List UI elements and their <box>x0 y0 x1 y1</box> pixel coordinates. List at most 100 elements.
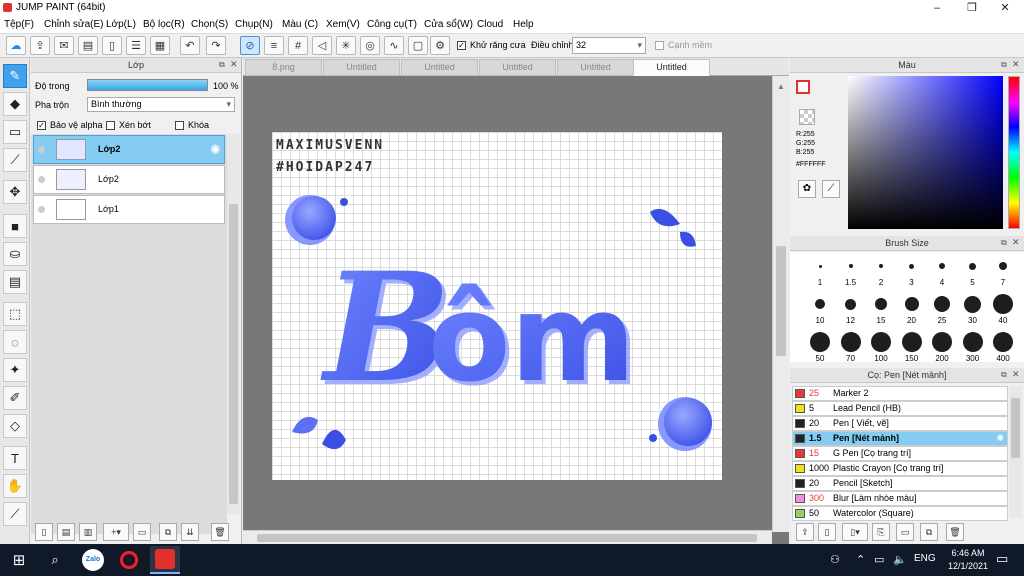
brush-new-icon[interactable]: ▯ <box>818 523 836 541</box>
menu-view[interactable]: Xem(V) <box>326 19 360 30</box>
gradient-tool-icon[interactable]: ▤ <box>3 270 27 294</box>
menu-color[interactable]: Màu (C) <box>282 19 318 30</box>
brush-size-option[interactable]: 25 <box>927 292 957 325</box>
snap-parallel-icon[interactable]: ≡ <box>264 36 284 55</box>
brush-copy-icon[interactable]: ⎘ <box>872 523 890 541</box>
eraser-tool-icon[interactable]: ◆ <box>3 92 27 116</box>
foreground-color-swatch[interactable] <box>796 80 810 94</box>
input-language[interactable]: ENG <box>914 553 936 564</box>
volume-icon[interactable]: 🔈 <box>893 553 907 566</box>
panel-close-icon[interactable]: ✕ <box>1012 237 1020 248</box>
panel-popout-icon[interactable]: ⧉ <box>1001 370 1007 380</box>
panel-close-icon[interactable]: ✕ <box>230 59 238 70</box>
text-tool-icon[interactable]: T <box>3 446 27 470</box>
opacity-slider[interactable] <box>87 79 208 91</box>
brush-size-option[interactable]: 12 <box>836 292 866 325</box>
brush-size-option[interactable]: 20 <box>897 292 927 325</box>
brush-size-option[interactable]: 5 <box>958 254 988 287</box>
snap-curve-icon[interactable]: ∿ <box>384 36 404 55</box>
drawing-canvas[interactable]: MAXIMUSVENN #HOIDAP247 B B ôm ôm <box>272 132 722 480</box>
snap-perspective-icon[interactable]: ◁ <box>312 36 332 55</box>
tab-document[interactable]: 8.png <box>245 59 322 76</box>
brush-item[interactable]: 300 Blur [Làm nhòe màu] <box>792 491 1008 506</box>
menu-window[interactable]: Cửa sổ(W) <box>424 19 473 30</box>
brush-size-option[interactable]: 30 <box>958 292 988 325</box>
brush-upload-icon[interactable]: ⇪ <box>796 523 814 541</box>
panel-popout-icon[interactable]: ⧉ <box>1001 238 1007 248</box>
brush-size-option[interactable]: 70 <box>836 330 866 363</box>
visibility-icon[interactable] <box>38 176 45 183</box>
eyedropper-tool-icon[interactable]: ⟋ <box>3 502 27 526</box>
brush-item[interactable]: 15 G Pen [Cọ trang trí] <box>792 446 1008 461</box>
new-layer-icon[interactable]: ▯ <box>35 523 53 541</box>
panel-popout-icon[interactable]: ⧉ <box>1001 60 1007 70</box>
new-8bit-layer-icon[interactable]: ▥ <box>79 523 97 541</box>
snap-rect-icon[interactable]: ▢ <box>408 36 428 55</box>
menu-layer[interactable]: Lớp(L) <box>106 19 136 30</box>
new-halftone-layer-icon[interactable]: ▤ <box>57 523 75 541</box>
smooth-edge-checkbox[interactable] <box>655 41 664 50</box>
brush-size-option[interactable]: 3 <box>897 254 927 287</box>
hue-slider[interactable] <box>1008 76 1020 229</box>
menu-help[interactable]: Help <box>513 19 534 30</box>
color-saturation-value-picker[interactable] <box>848 76 1003 229</box>
export-icon[interactable]: ⇪ <box>30 36 50 55</box>
comment-icon[interactable]: ✉ <box>54 36 74 55</box>
tray-chevron-icon[interactable]: ⌃ <box>856 553 865 566</box>
menu-edit[interactable]: Chỉnh sửa(E) <box>44 19 104 30</box>
brush-size-option[interactable]: 150 <box>897 330 927 363</box>
brush-size-option[interactable]: 2 <box>866 254 896 287</box>
brush-item[interactable]: 1000 Plastic Crayon [Cọ trang trí] <box>792 461 1008 476</box>
fill-rect-tool-icon[interactable]: ■ <box>3 214 27 238</box>
pen-tool-icon[interactable]: ✎ <box>3 64 27 88</box>
panel-popout-icon[interactable]: ⧉ <box>219 60 225 70</box>
brush-folder-icon[interactable]: ▭ <box>896 523 914 541</box>
brush-item[interactable]: 1.5 Pen [Nét mảnh] ✺ <box>792 431 1008 446</box>
brush-list-scrollbar[interactable] <box>1009 386 1022 518</box>
tab-document[interactable]: Untitled <box>557 59 634 76</box>
brush-size-option[interactable]: 7 <box>988 254 1018 287</box>
color-palette-icon[interactable]: ✿ <box>798 180 816 198</box>
merge-layer-icon[interactable]: ⇊ <box>181 523 199 541</box>
line-tool-icon[interactable]: ⟋ <box>3 148 27 172</box>
windows-start-icon[interactable]: ⊞ <box>4 546 34 574</box>
menu-tools[interactable]: Công cụ(T) <box>367 19 417 30</box>
snap-off-icon[interactable]: ⊘ <box>240 36 260 55</box>
tab-document[interactable]: Untitled <box>401 59 478 76</box>
grid-check-icon[interactable]: ▦ <box>150 36 170 55</box>
brush-delete-icon[interactable]: 🗑 <box>946 523 964 541</box>
add-layer-menu-icon[interactable]: +▾ <box>103 523 129 541</box>
brush-size-option[interactable]: 1 <box>805 254 835 287</box>
snap-settings-icon[interactable]: ⚙ <box>430 36 450 55</box>
brush-add-menu-icon[interactable]: ▯▾ <box>842 523 868 541</box>
brush-size-option[interactable]: 100 <box>866 330 896 363</box>
layer-row[interactable]: Lớp1 <box>33 195 225 224</box>
tab-document[interactable]: Untitled <box>323 59 400 76</box>
select-pen-tool-icon[interactable]: ✐ <box>3 386 27 410</box>
people-icon[interactable]: ⚇ <box>830 553 840 566</box>
redo-icon[interactable]: ↷ <box>206 36 226 55</box>
menu-file[interactable]: Tệp(F) <box>4 19 34 30</box>
brush-size-option[interactable]: 400 <box>988 330 1018 363</box>
clock-time[interactable]: 6:46 AM <box>946 548 990 558</box>
search-icon[interactable]: ⌕ <box>40 546 70 574</box>
cloud-sync-icon[interactable]: ☁ <box>6 36 26 55</box>
magic-wand-tool-icon[interactable]: ✦ <box>3 358 27 382</box>
brush-item[interactable]: 20 Pen [ Viết, vẽ] <box>792 416 1008 431</box>
note-icon[interactable]: ▤ <box>78 36 98 55</box>
transparent-color-swatch[interactable] <box>799 109 815 125</box>
notification-icon[interactable]: ▭ <box>996 551 1008 567</box>
zalo-app-icon[interactable]: Zalo <box>78 546 108 574</box>
color-eyedrop-icon[interactable]: ⟋ <box>822 180 840 198</box>
snap-grid-icon[interactable]: # <box>288 36 308 55</box>
snap-circle-icon[interactable]: ◎ <box>360 36 380 55</box>
layer-settings-icon[interactable]: ✺ <box>210 142 221 158</box>
scroll-thumb[interactable] <box>257 534 757 542</box>
panel-close-icon[interactable]: ✕ <box>1012 59 1020 70</box>
network-icon[interactable]: ▭ <box>874 553 884 566</box>
layer-row[interactable]: Lớp2 ✺ <box>33 135 225 164</box>
protect-alpha-checkbox[interactable]: ✓ <box>37 121 46 130</box>
rect-tool-icon[interactable]: ▭ <box>3 120 27 144</box>
bucket-tool-icon[interactable]: ⛀ <box>3 242 27 266</box>
list-icon[interactable]: ☰ <box>126 36 146 55</box>
